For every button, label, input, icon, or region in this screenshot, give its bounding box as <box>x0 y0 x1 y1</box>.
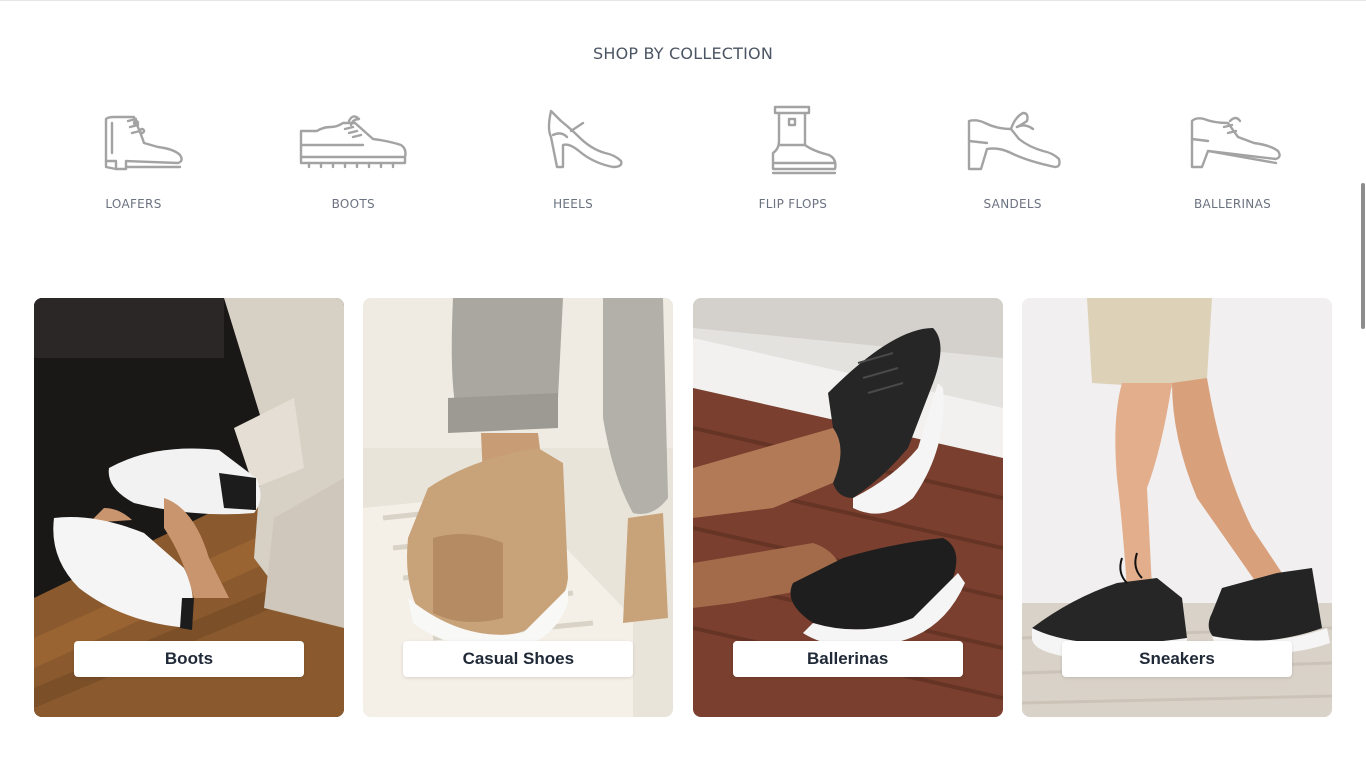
card-label: Sneakers <box>1061 641 1292 677</box>
collection-label: BALLERINAS <box>1193 197 1272 211</box>
collection-label: LOAFERS <box>105 197 162 211</box>
block-heel-icon <box>953 101 1073 181</box>
collection-label: HEELS <box>553 197 594 211</box>
category-card-sneakers[interactable]: Sneakers <box>1021 298 1332 717</box>
collection-list: LOAFERS BOOTS HEELS FLIP FLOPS SANDELS B… <box>24 101 1342 211</box>
collection-label: BOOTS <box>331 197 375 211</box>
card-label: Ballerinas <box>732 641 963 677</box>
category-card-grid: Boots Casual Shoes Ballerinas Sneakers <box>34 298 1332 717</box>
page: SHOP BY COLLECTION LOAFERS BOOTS HEELS F… <box>0 0 1366 768</box>
collection-item-flip-flops[interactable]: FLIP FLOPS <box>683 101 902 211</box>
page-scrollbar[interactable] <box>1360 1 1366 768</box>
oxford-shoe-icon <box>1172 101 1292 181</box>
card-label: Casual Shoes <box>403 641 634 677</box>
collection-item-heels[interactable]: HEELS <box>464 101 683 211</box>
scrollbar-thumb[interactable] <box>1361 183 1365 329</box>
collection-item-boots[interactable]: BOOTS <box>244 101 463 211</box>
high-heel-icon <box>513 101 633 181</box>
collection-label: SANDELS <box>983 197 1042 211</box>
section-title: SHOP BY COLLECTION <box>592 44 773 63</box>
sneaker-icon <box>293 101 413 181</box>
collection-item-sandels[interactable]: SANDELS <box>903 101 1122 211</box>
card-label: Boots <box>74 641 304 677</box>
ankle-boot-icon <box>74 101 194 181</box>
collection-label: FLIP FLOPS <box>758 197 828 211</box>
collection-item-ballerinas[interactable]: BALLERINAS <box>1123 101 1342 211</box>
category-card-ballerinas[interactable]: Ballerinas <box>692 298 1003 717</box>
collection-item-loafers[interactable]: LOAFERS <box>24 101 243 211</box>
rain-boot-icon <box>733 101 853 181</box>
category-card-casual-shoes[interactable]: Casual Shoes <box>363 298 674 717</box>
category-card-boots[interactable]: Boots <box>34 298 344 717</box>
